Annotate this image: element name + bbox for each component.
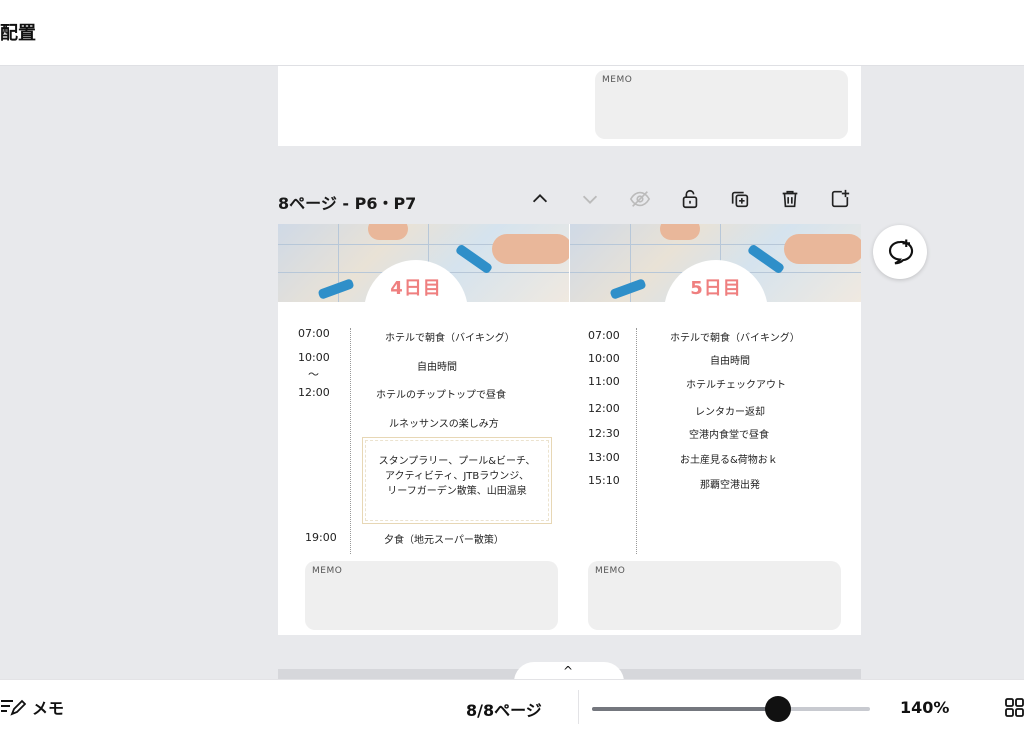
memo-box: MEMO (305, 561, 558, 630)
add-page-icon[interactable] (827, 186, 853, 212)
schedule-item: 自由時間 (710, 356, 750, 367)
day5-column: 5日目 07:00 10:00 11:00 12:00 12:30 13:00 … (570, 224, 861, 635)
notes-label: メモ (32, 699, 65, 718)
chevron-down-icon[interactable] (577, 186, 603, 212)
time-label: ～ (308, 368, 319, 381)
time-label: 13:00 (588, 451, 620, 464)
schedule-item: ホテルで朝食（バイキング） (385, 333, 515, 344)
schedule-item: お土産見る&荷物おｋ (680, 455, 778, 466)
chevron-up-icon[interactable] (527, 186, 553, 212)
day-badge: 4日目 (364, 260, 468, 302)
top-bar: 配置 (0, 0, 1024, 66)
eye-off-icon[interactable] (627, 186, 653, 212)
time-label: 12:00 (298, 386, 330, 399)
zoom-slider-fill (592, 707, 779, 711)
zoom-slider[interactable] (592, 696, 870, 722)
unlock-icon[interactable] (677, 186, 703, 212)
schedule-item: ホテルチェックアウト (686, 380, 786, 391)
notes-icon (1, 699, 26, 716)
activity-box: スタンプラリー、プール&ビーチ、 アクティビティ、JTBラウンジ、 リーフガーデ… (362, 437, 552, 524)
travel-banner-image: 4日目 (278, 224, 569, 302)
zoom-slider-handle[interactable] (765, 696, 792, 722)
page-count-button[interactable]: 8/8ページ (466, 697, 542, 721)
schedule-item: ルネッサンスの楽しみ方 (389, 419, 499, 430)
schedule-item: 空港内食堂で昼食 (689, 430, 769, 441)
schedule-item: 夕食（地元スーパー散策） (384, 535, 504, 546)
memo-box: MEMO (588, 561, 841, 630)
time-label: 19:00 (305, 531, 337, 544)
time-label: 07:00 (588, 329, 620, 342)
duplicate-icon[interactable] (727, 186, 753, 212)
panel-title: 配置 (0, 23, 36, 44)
time-label: 10:00 (298, 351, 330, 364)
time-label: 12:00 (588, 402, 620, 415)
expand-pages-tab[interactable]: ^ (514, 662, 624, 679)
memo-label: MEMO (602, 75, 633, 85)
day-badge: 5日目 (664, 260, 768, 302)
schedule-item: ホテルのチップトップで昼食 (376, 390, 506, 401)
memo-box: MEMO (595, 70, 848, 139)
travel-banner-image: 5日目 (570, 224, 861, 302)
day4-column: 4日目 07:00 10:00 ～ 12:00 19:00 ホテルで朝食（バイキ… (278, 224, 569, 635)
notes-button[interactable]: メモ (0, 695, 64, 719)
chevron-up-icon: ^ (563, 664, 574, 678)
page-label: 8ページ - P6・P7 (278, 194, 417, 213)
schedule-item: 自由時間 (417, 362, 457, 373)
grid-view-icon[interactable] (1005, 698, 1024, 717)
schedule-item: 那覇空港出発 (700, 480, 760, 491)
previous-page[interactable]: MEMO (278, 66, 861, 146)
time-label: 07:00 (298, 327, 330, 340)
add-comment-button[interactable] (873, 225, 927, 279)
divider (578, 690, 579, 724)
page-8[interactable]: 4日目 07:00 10:00 ～ 12:00 19:00 ホテルで朝食（バイキ… (278, 224, 861, 635)
time-label: 12:30 (588, 427, 620, 440)
bottom-bar: メモ 8/8ページ 140% (0, 679, 1024, 732)
time-label: 10:00 (588, 352, 620, 365)
schedule-item: ホテルで朝食（バイキング） (670, 333, 800, 344)
editor-canvas[interactable]: MEMO 8ページ - P6・P7 4日目 07:00 10:00 ～ 12:0… (0, 66, 1024, 679)
page-header: 8ページ - P6・P7 (278, 184, 861, 214)
time-label: 15:10 (588, 474, 620, 487)
trash-icon[interactable] (777, 186, 803, 212)
schedule-item: レンタカー返却 (695, 407, 765, 418)
time-label: 11:00 (588, 375, 620, 388)
zoom-percentage[interactable]: 140% (900, 698, 949, 717)
add-comment-icon (888, 239, 914, 265)
